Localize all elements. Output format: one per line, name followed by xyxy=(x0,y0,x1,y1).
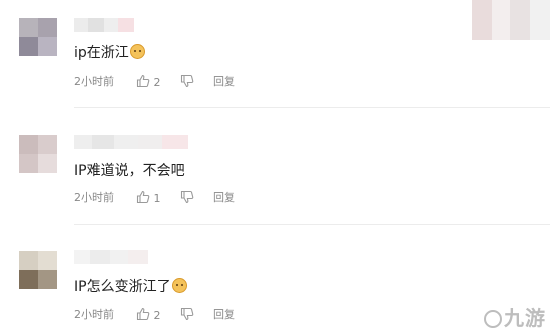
thumbs-up-icon xyxy=(136,307,150,321)
divider xyxy=(74,224,550,225)
watermark-text: 九游 xyxy=(504,306,546,330)
blurred-header-right xyxy=(472,0,550,40)
comment-text: IP怎么变浙江了 xyxy=(74,277,187,297)
timestamp: 2小时前 xyxy=(74,308,114,321)
like-button[interactable]: 2 xyxy=(136,74,161,91)
like-button[interactable]: 1 xyxy=(136,190,161,207)
like-button[interactable]: 2 xyxy=(136,307,161,324)
username-blurred[interactable] xyxy=(74,135,188,149)
like-count: 2 xyxy=(153,309,161,322)
comment-text: ip在浙江 xyxy=(74,43,145,63)
thumbs-down-icon xyxy=(180,190,194,204)
comment-text-content: IP怎么变浙江了 xyxy=(74,279,171,295)
avatar[interactable] xyxy=(19,251,57,289)
reply-button[interactable]: 回复 xyxy=(213,307,235,323)
avatar[interactable] xyxy=(19,18,57,56)
comment-text-content: IP难道说，不会吧 xyxy=(74,163,185,179)
username-blurred[interactable] xyxy=(74,18,134,32)
dislike-button[interactable] xyxy=(180,74,194,91)
dog-face-emoji xyxy=(129,44,145,59)
like-count: 1 xyxy=(153,192,161,205)
timestamp: 2小时前 xyxy=(74,75,114,88)
dislike-button[interactable] xyxy=(180,307,194,324)
comment-text: IP难道说，不会吧 xyxy=(74,161,185,181)
jiuyou-logo-icon xyxy=(484,310,502,328)
like-count: 2 xyxy=(153,76,161,89)
divider xyxy=(74,107,550,108)
thumbs-down-icon xyxy=(180,307,194,321)
site-watermark: 九游 xyxy=(484,302,546,331)
dog-face-emoji xyxy=(171,278,187,293)
reply-button[interactable]: 回复 xyxy=(213,190,235,206)
thumbs-down-icon xyxy=(180,74,194,88)
timestamp: 2小时前 xyxy=(74,191,114,204)
dislike-button[interactable] xyxy=(180,190,194,207)
avatar[interactable] xyxy=(19,135,57,173)
username-blurred[interactable] xyxy=(74,250,148,264)
reply-button[interactable]: 回复 xyxy=(213,74,235,90)
thumbs-up-icon xyxy=(136,74,150,88)
comment-text-content: ip在浙江 xyxy=(74,45,129,61)
thumbs-up-icon xyxy=(136,190,150,204)
